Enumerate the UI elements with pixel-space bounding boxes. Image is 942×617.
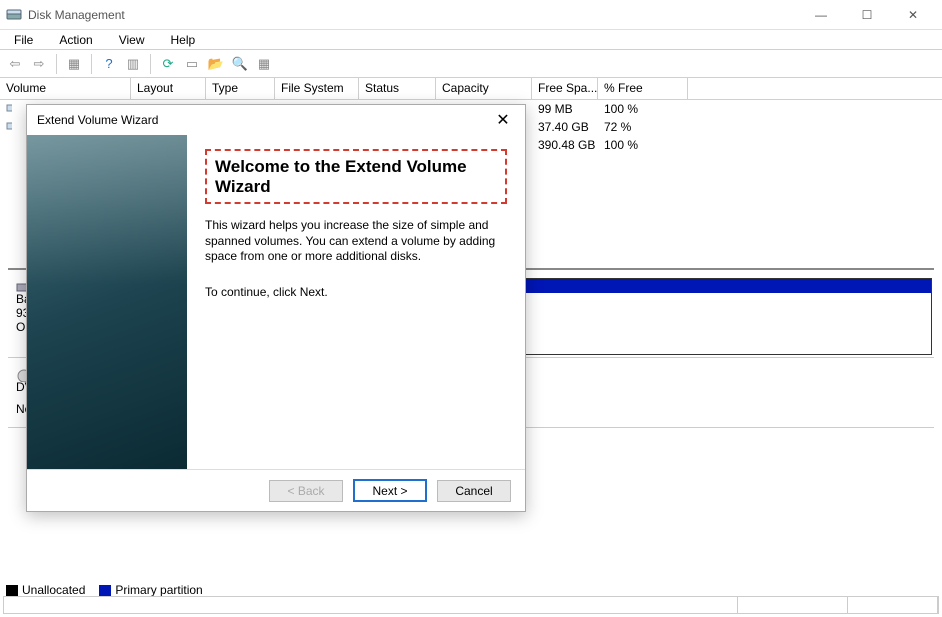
wizard-heading: Welcome to the Extend Volume Wizard	[205, 149, 507, 204]
cell-pct: 100 %	[598, 138, 688, 152]
col-type[interactable]: Type	[206, 78, 275, 99]
window-title: Disk Management	[28, 8, 798, 22]
wizard-continue-text: To continue, click Next.	[205, 285, 507, 301]
wizard-buttons: < Back Next > Cancel	[27, 469, 525, 511]
legend-unallocated: Unallocated	[6, 583, 85, 597]
app-icon	[6, 7, 22, 23]
maximize-button[interactable]: ☐	[844, 0, 890, 30]
properties-icon[interactable]: ▦	[253, 53, 275, 75]
cell-free: 99 MB	[532, 102, 598, 116]
legend-primary: Primary partition	[99, 583, 202, 597]
toolbar: ⇦ ⇨ ▦ ? ▥ ⟳ ▭ 📂 🔍 ▦	[0, 50, 942, 78]
wizard-close-icon[interactable]: ✕	[491, 110, 515, 130]
menu-file[interactable]: File	[8, 31, 39, 49]
search-icon[interactable]: 🔍	[229, 53, 251, 75]
cell-pct: 72 %	[598, 120, 688, 134]
cell-pct: 100 %	[598, 102, 688, 116]
close-button[interactable]: ✕	[890, 0, 936, 30]
window-controls: — ☐ ✕	[798, 0, 936, 30]
col-status[interactable]: Status	[359, 78, 436, 99]
statusbar	[3, 596, 939, 614]
menubar: File Action View Help	[0, 30, 942, 50]
menu-help[interactable]: Help	[165, 31, 202, 49]
cancel-button[interactable]: Cancel	[437, 480, 511, 502]
titlebar: Disk Management — ☐ ✕	[0, 0, 942, 30]
col-free[interactable]: Free Spa...	[532, 78, 598, 99]
grid-icon[interactable]: ▥	[122, 53, 144, 75]
table-view-icon[interactable]: ▦	[63, 53, 85, 75]
col-layout[interactable]: Layout	[131, 78, 206, 99]
next-button[interactable]: Next >	[353, 479, 427, 502]
wizard-titlebar: Extend Volume Wizard ✕	[27, 105, 525, 135]
help-icon[interactable]: ?	[98, 53, 120, 75]
wizard-content: Welcome to the Extend Volume Wizard This…	[187, 135, 525, 469]
cell-free: 390.48 GB	[532, 138, 598, 152]
wizard-body-text: This wizard helps you increase the size …	[205, 218, 507, 265]
col-capacity[interactable]: Capacity	[436, 78, 532, 99]
drive-icon[interactable]: ▭	[181, 53, 203, 75]
wizard-sidebar-image	[27, 135, 187, 469]
refresh-icon[interactable]: ⟳	[157, 53, 179, 75]
open-icon[interactable]: 📂	[205, 53, 227, 75]
forward-icon[interactable]: ⇨	[28, 53, 50, 75]
minimize-button[interactable]: —	[798, 0, 844, 30]
menu-view[interactable]: View	[113, 31, 151, 49]
extend-volume-wizard: Extend Volume Wizard ✕ Welcome to the Ex…	[26, 104, 526, 512]
wizard-title: Extend Volume Wizard	[37, 113, 491, 127]
col-pct[interactable]: % Free	[598, 78, 688, 99]
col-fs[interactable]: File System	[275, 78, 359, 99]
menu-action[interactable]: Action	[53, 31, 98, 49]
back-icon[interactable]: ⇦	[4, 53, 26, 75]
legend: Unallocated Primary partition	[6, 583, 203, 597]
col-volume[interactable]: Volume	[0, 78, 131, 99]
back-button: < Back	[269, 480, 343, 502]
volume-list-header: Volume Layout Type File System Status Ca…	[0, 78, 942, 100]
cell-free: 37.40 GB	[532, 120, 598, 134]
